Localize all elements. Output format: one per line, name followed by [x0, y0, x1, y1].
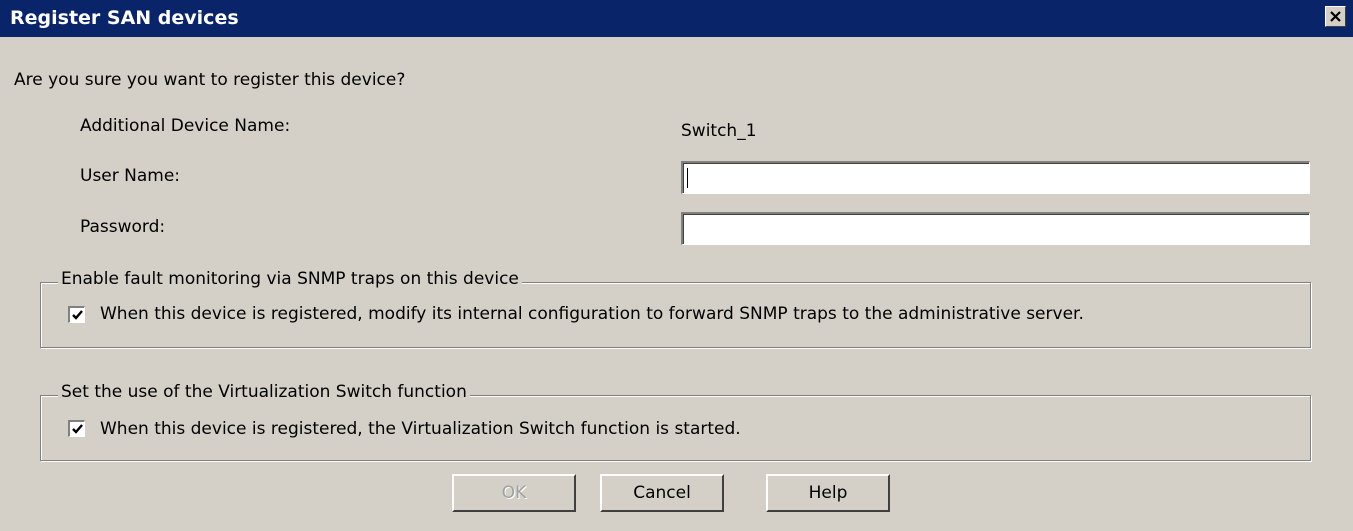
- virtualization-checkbox-label[interactable]: When this device is registered, the Virt…: [100, 419, 741, 439]
- snmp-group-legend: Enable fault monitoring via SNMP traps o…: [58, 269, 522, 289]
- virtualization-checkbox[interactable]: [68, 420, 85, 437]
- snmp-checkbox[interactable]: [68, 306, 85, 323]
- ok-button[interactable]: OK: [452, 474, 576, 512]
- user-name-input[interactable]: [683, 163, 1309, 193]
- cancel-button[interactable]: Cancel: [600, 474, 724, 512]
- title-bar[interactable]: Register SAN devices: [0, 0, 1353, 37]
- close-button[interactable]: [1325, 6, 1346, 27]
- text-caret: [687, 168, 688, 188]
- close-icon: [1330, 11, 1341, 22]
- confirmation-prompt: Are you sure you want to register this d…: [14, 70, 406, 90]
- user-name-input-box[interactable]: [681, 161, 1310, 194]
- register-san-devices-dialog: Register SAN devices Are you sure you wa…: [0, 0, 1353, 531]
- password-input[interactable]: [683, 214, 1309, 244]
- checkmark-icon: [72, 424, 83, 434]
- virtualization-group-legend: Set the use of the Virtualization Switch…: [58, 382, 470, 402]
- password-label: Password:: [80, 217, 166, 237]
- snmp-checkbox-label[interactable]: When this device is registered, modify i…: [100, 304, 1084, 324]
- password-input-box[interactable]: [681, 212, 1310, 245]
- user-name-label: User Name:: [80, 166, 181, 186]
- dialog-title: Register SAN devices: [10, 7, 239, 29]
- help-button[interactable]: Help: [766, 474, 890, 512]
- checkmark-icon: [72, 310, 83, 320]
- device-name-label: Additional Device Name:: [80, 116, 291, 136]
- device-name-value: Switch_1: [681, 121, 757, 141]
